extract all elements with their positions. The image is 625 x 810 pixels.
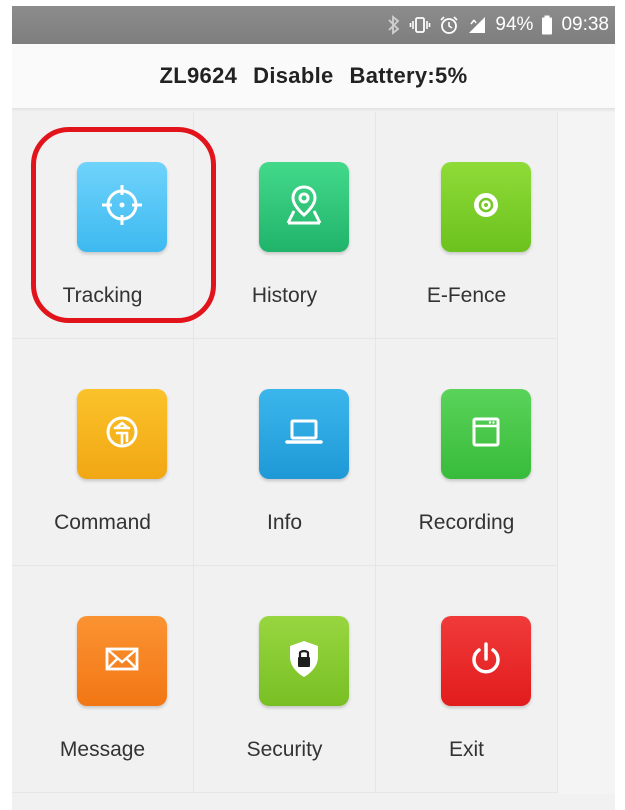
command-coin-icon — [98, 408, 146, 461]
menu-item-tracking[interactable]: Tracking — [12, 112, 194, 339]
security-label: Security — [246, 738, 323, 761]
efence-label: E-Fence — [426, 284, 507, 307]
power-icon — [462, 635, 510, 688]
battery-icon — [541, 15, 553, 35]
menu-item-security[interactable]: Security — [194, 566, 376, 793]
map-pin-icon — [280, 181, 328, 234]
menu-item-exit[interactable]: Exit — [376, 566, 558, 793]
battery-percent: 94% — [495, 14, 534, 35]
menu-item-efence[interactable]: E-Fence — [376, 112, 558, 339]
shield-lock-icon — [280, 635, 328, 688]
recording-label: Recording — [418, 511, 515, 534]
menu-item-history[interactable]: History — [194, 112, 376, 339]
envelope-icon — [98, 635, 146, 688]
info-tile[interactable] — [259, 389, 349, 479]
info-label: Info — [266, 511, 303, 534]
recorder-icon — [462, 408, 510, 461]
efence-tile[interactable] — [441, 162, 531, 252]
tracking-label: Tracking — [62, 284, 143, 307]
recording-tile[interactable] — [441, 389, 531, 479]
exit-label: Exit — [448, 738, 484, 761]
command-label: Command — [54, 511, 151, 534]
alarm-icon — [439, 15, 459, 35]
security-tile[interactable] — [259, 616, 349, 706]
side-margin — [558, 112, 615, 794]
clock: 09:38 — [561, 14, 609, 35]
device-battery: Battery:5% — [349, 63, 468, 88]
command-tile[interactable] — [77, 389, 167, 479]
history-label: History — [251, 284, 318, 307]
exit-tile[interactable] — [441, 616, 531, 706]
menu-item-info[interactable]: Info — [194, 339, 376, 566]
menu-item-message[interactable]: Message — [12, 566, 194, 793]
vibrate-icon — [409, 15, 431, 35]
device-state: Disable — [253, 63, 334, 88]
tracking-tile[interactable] — [77, 162, 167, 252]
status-bar: 94% 09:38 — [12, 6, 615, 44]
crosshair-icon — [98, 181, 146, 234]
bluetooth-icon — [387, 15, 401, 35]
menu-item-recording[interactable]: Recording — [376, 339, 558, 566]
device-id: ZL9624 — [159, 63, 238, 88]
message-tile[interactable] — [77, 616, 167, 706]
history-tile[interactable] — [259, 162, 349, 252]
target-disc-icon — [462, 181, 510, 234]
app-screen: 94% 09:38 ZL9624 Disable Battery:5% Trac… — [12, 6, 615, 810]
function-grid: Tracking History E-Fence Command Info Re… — [12, 112, 558, 794]
device-header: ZL9624 Disable Battery:5% — [12, 44, 615, 109]
message-label: Message — [59, 738, 146, 761]
laptop-icon — [280, 408, 328, 461]
signal-icon — [467, 15, 487, 35]
menu-item-command[interactable]: Command — [12, 339, 194, 566]
